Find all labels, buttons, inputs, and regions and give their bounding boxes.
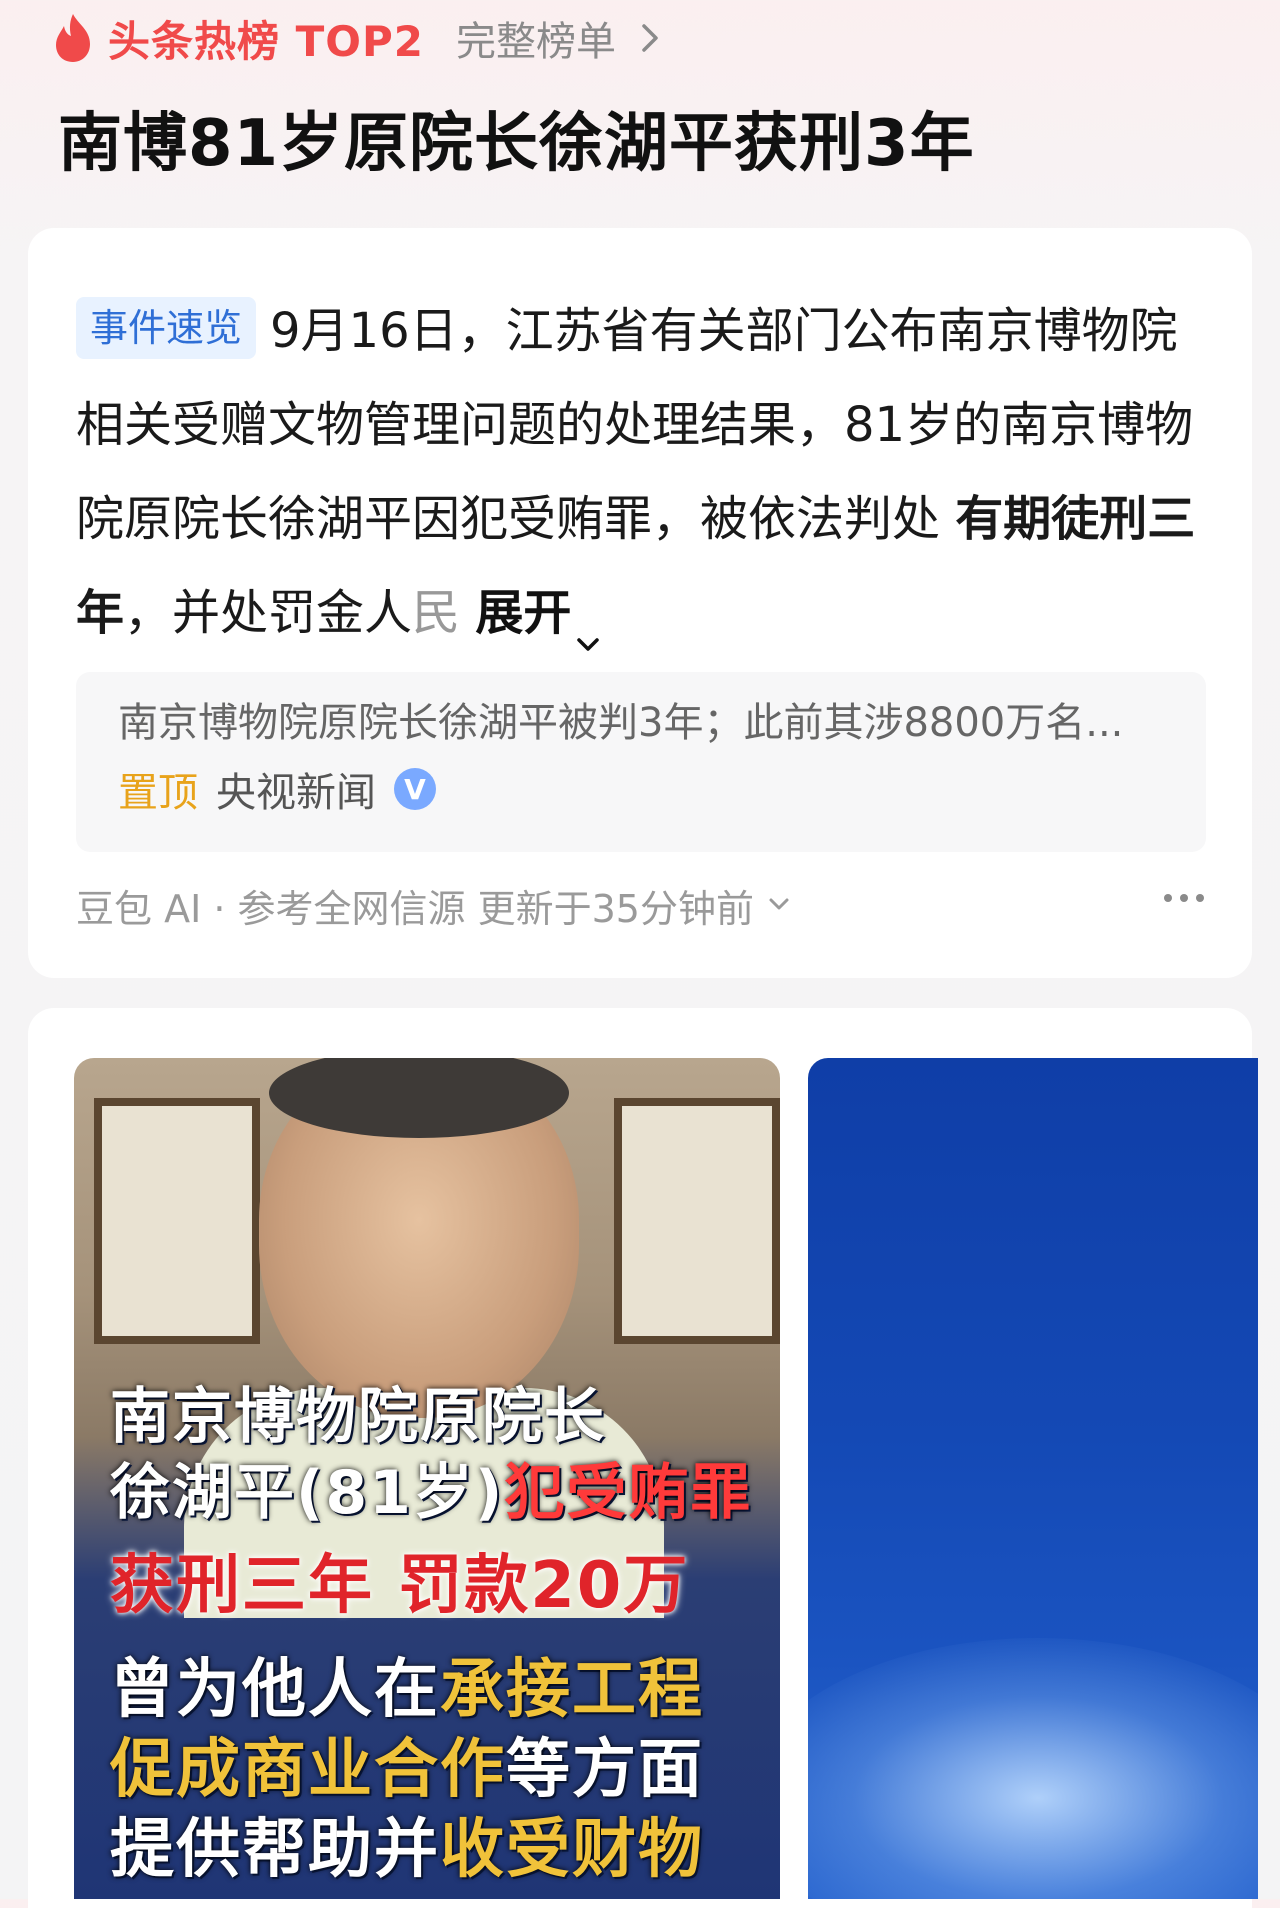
caption-crime: 犯受贿罪 (504, 1458, 753, 1528)
caption-name: 徐湖平(81岁) (110, 1458, 505, 1528)
image-caption-line: 促成商业合作等方面 (110, 1718, 704, 1810)
expand-label: 展开 (475, 585, 572, 641)
pinned-badge: 置顶 (118, 770, 198, 816)
second-image[interactable] (808, 1058, 1258, 1899)
ai-footer[interactable]: 豆包 AI · 参考全网信源 更新于35分钟前 (76, 878, 794, 933)
chevron-down-icon (571, 599, 605, 651)
image-caption-sentence: 获刑三年 罚款20万 (110, 1549, 690, 1623)
caption-text: 等方面 (506, 1733, 704, 1807)
full-list-link[interactable]: 完整榜单 (456, 9, 616, 67)
background-shelf (94, 1098, 260, 1344)
caption-text: 曾为他人在 (110, 1653, 440, 1727)
image-caption-line: 南京博物院原院长 (110, 1382, 606, 1452)
caption-highlight: 承接工程 (440, 1653, 704, 1727)
expand-button[interactable]: 展开 (475, 585, 605, 651)
caption-highlight: 促成商业合作 (110, 1733, 506, 1807)
background-shelf (614, 1098, 780, 1344)
summary-body-2: ，并处罚金人 (124, 585, 413, 641)
event-tag: 事件速览 (76, 297, 257, 359)
publisher-name[interactable]: 央视新闻 (216, 760, 376, 818)
more-options-icon[interactable] (1162, 888, 1206, 908)
summary-text: 事件速览 9月16日，江苏省有关部门公布南京博物院相关受赠文物管理问题的处理结果，… (76, 284, 1216, 660)
image-caption-line: 提供帮助并收受财物 (110, 1798, 704, 1890)
top-bar: 头条热榜 TOP2 完整榜单 (52, 6, 670, 70)
chevron-down-icon (764, 884, 794, 928)
verified-icon: V (394, 768, 436, 810)
image-glow (808, 1638, 1258, 1899)
image-caption-line: 徐湖平(81岁)犯受贿罪 (110, 1444, 752, 1531)
footer-text: 豆包 AI · 参考全网信源 更新于35分钟前 (76, 887, 754, 931)
caption-text: 提供帮助并 (110, 1813, 440, 1887)
event-summary-card: 事件速览 9月16日，江苏省有关部门公布南京博物院相关受赠文物管理问题的处理结果，… (28, 228, 1252, 978)
flame-icon (52, 12, 94, 64)
chevron-right-icon[interactable] (630, 18, 670, 58)
summary-fade: 民 (412, 585, 461, 641)
image-caption-line: 曾为他人在承接工程 (110, 1638, 704, 1730)
news-image[interactable]: 南京博物院原院长 徐湖平(81岁)犯受贿罪 获刑三年 罚款20万 曾为他人在承接… (74, 1058, 780, 1899)
caption-highlight: 收受财物 (440, 1813, 704, 1887)
page-title: 南博81岁原院长徐湖平获刑3年 (58, 107, 975, 181)
source-meta: 置顶 央视新闻 V (118, 760, 436, 818)
source-article[interactable]: 南京博物院原院长徐湖平被判3年；此前其涉8800万名... 置顶 央视新闻 V (76, 672, 1206, 852)
hot-list-label: 头条热榜 TOP2 (108, 16, 424, 66)
source-title[interactable]: 南京博物院原院长徐湖平被判3年；此前其涉8800万名... (118, 690, 1123, 748)
